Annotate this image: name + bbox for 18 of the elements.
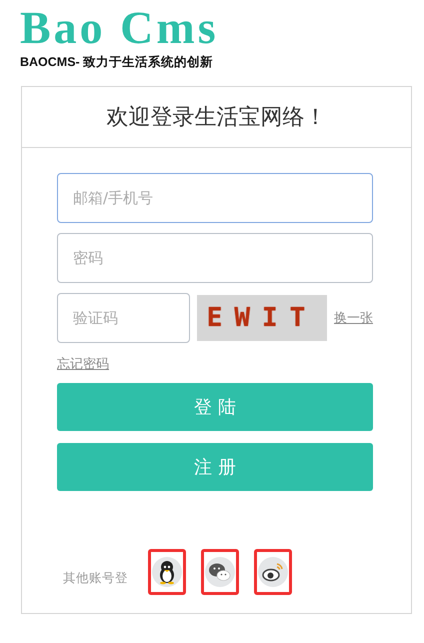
register-button[interactable]: 注 册 [57, 443, 373, 491]
account-field[interactable]: 邮箱/手机号 [57, 173, 373, 223]
refresh-link[interactable]: 换一张 [334, 309, 373, 327]
other-login-label: 其他账号登 [63, 570, 128, 586]
login-button[interactable]: 登 陆 [57, 383, 373, 431]
forgot-password-link[interactable]: 忘记密码 [57, 355, 109, 373]
eye-icon [258, 557, 288, 587]
social-login-button[interactable] [201, 549, 239, 595]
penguin-icon [152, 557, 182, 587]
social-login-button[interactable] [148, 549, 186, 595]
social-login-button[interactable] [254, 549, 292, 595]
card-title: 欢迎登录生活宝网络！ [22, 87, 411, 148]
chat-bubbles-icon [205, 557, 235, 587]
logo-tagline: BAOCMS- 致力于生活系统的创新 [20, 54, 214, 71]
password-field[interactable]: 密码 [57, 233, 373, 283]
captcha-code: EWIT [197, 295, 327, 341]
logo-title: Bao Cms [20, 6, 219, 50]
captcha-field[interactable]: 验证码 [57, 293, 190, 343]
